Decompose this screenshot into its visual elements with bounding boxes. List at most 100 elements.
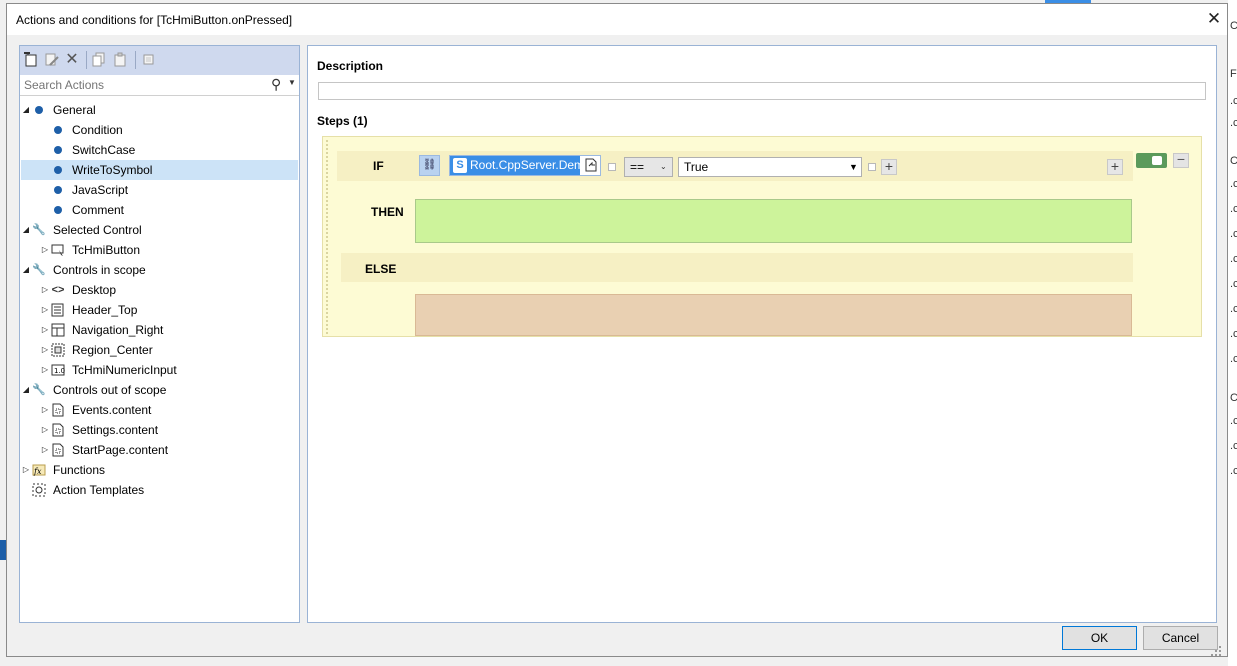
navigation-icon [51, 323, 65, 337]
collapse-icon[interactable]: ◢ [21, 220, 31, 240]
enabled-toggle[interactable] [1136, 153, 1167, 168]
tree-item-header-top[interactable]: ▷ Header_Top [20, 300, 299, 320]
else-drop-zone[interactable] [415, 294, 1132, 336]
delete-icon[interactable]: ✕ [64, 52, 80, 68]
tree-item-action-templates[interactable]: Action Templates [20, 480, 299, 500]
if-row: IF ⛓ S Root.CppServer.Demo == ⌄ True ▼ +… [337, 151, 1133, 181]
expand-icon[interactable]: ▷ [40, 420, 50, 440]
new-action-icon[interactable] [24, 51, 40, 68]
else-row: ELSE [341, 253, 1133, 282]
content-file-icon [51, 403, 65, 417]
remove-step-button[interactable]: − [1173, 152, 1189, 168]
actions-conditions-dialog: Actions and conditions for [TcHmiButton.… [6, 3, 1228, 657]
background-app-strip: CF .c .c C .c .c .c .c .c .c .c .c C .c .c .c [1228, 0, 1237, 666]
chevron-down-icon: ⌄ [660, 162, 667, 171]
button-control-icon [51, 243, 65, 257]
numeric-input-icon: 1.0 [51, 363, 65, 377]
tree-item-settings-content[interactable]: ▷ Settings.content [20, 420, 299, 440]
action-icon [51, 163, 65, 177]
actions-toolbar: ✕ [20, 46, 299, 75]
then-drop-zone[interactable] [415, 199, 1132, 243]
tree-item-condition[interactable]: Condition [20, 120, 299, 140]
expand-icon[interactable]: ▷ [40, 440, 50, 460]
tree-group-general[interactable]: ◢ General [20, 100, 299, 120]
copy-icon[interactable] [92, 52, 108, 68]
tree-item-javascript[interactable]: JavaScript [20, 180, 299, 200]
region-icon [51, 343, 65, 357]
add-condition-button[interactable]: + [881, 159, 897, 175]
editor-panel: Description Steps (1) IF ⛓ S Root.CppSer… [307, 45, 1217, 623]
else-label: ELSE [365, 262, 397, 276]
tree-item-tchminumericinput[interactable]: ▷ 1.0 TcHmiNumericInput [20, 360, 299, 380]
wrench-icon: 🔧 [32, 384, 46, 396]
expand-icon[interactable]: ▷ [40, 280, 50, 300]
wrench-icon: 🔧 [32, 224, 46, 236]
option-checkbox[interactable] [868, 163, 876, 171]
description-label: Description [317, 59, 384, 73]
code-icon: <> [51, 284, 65, 296]
tree-group-selected-control[interactable]: ◢ 🔧 Selected Control [20, 220, 299, 240]
then-label: THEN [371, 205, 404, 219]
tree-item-tchmibutton[interactable]: ▷ TcHmiButton [20, 240, 299, 260]
svg-text:fx: fx [33, 467, 42, 476]
search-input[interactable] [24, 77, 264, 93]
tree-item-comment[interactable]: Comment [20, 200, 299, 220]
symbol-value: Root.CppServer.Demo [470, 158, 591, 172]
paste-icon[interactable] [113, 52, 129, 68]
cube-icon [32, 103, 46, 117]
expand-icon[interactable]: ▷ [21, 460, 31, 480]
tree-item-events-content[interactable]: ▷ Events.content [20, 400, 299, 420]
add-clause-button[interactable]: + [1107, 159, 1123, 175]
tree-item-region-center[interactable]: ▷ Region_Center [20, 340, 299, 360]
search-icon[interactable]: ⚲ [271, 76, 281, 93]
ok-button[interactable]: OK [1062, 626, 1137, 650]
symbol-browse-icon[interactable] [584, 157, 598, 175]
chevron-down-icon: ▼ [849, 162, 858, 172]
tree-group-functions[interactable]: ▷ fx Functions [20, 460, 299, 480]
collapse-icon[interactable]: ◢ [21, 380, 31, 400]
tree-item-startpage-content[interactable]: ▷ StartPage.content [20, 440, 299, 460]
tree-group-controls-out-of-scope[interactable]: ◢ 🔧 Controls out of scope [20, 380, 299, 400]
tree-group-controls-in-scope[interactable]: ◢ 🔧 Controls in scope [20, 260, 299, 280]
operator-select[interactable]: == ⌄ [624, 157, 673, 177]
expand-icon[interactable]: ▷ [40, 360, 50, 380]
expand-icon[interactable]: ▷ [40, 320, 50, 340]
function-icon: fx [32, 463, 46, 477]
dialog-title: Actions and conditions for [TcHmiButton.… [16, 13, 293, 27]
collapse-icon[interactable]: ◢ [21, 260, 31, 280]
title-bar: Actions and conditions for [TcHmiButton.… [7, 4, 1227, 35]
option-checkbox[interactable] [608, 163, 616, 171]
step-card: IF ⛓ S Root.CppServer.Demo == ⌄ True ▼ +… [322, 136, 1202, 337]
description-input[interactable] [318, 82, 1206, 100]
tree-item-writetosymbol[interactable]: WriteToSymbol [21, 160, 298, 180]
chevron-down-icon[interactable]: ▼ [288, 78, 296, 87]
compare-value-select[interactable]: True ▼ [678, 157, 862, 177]
search-box: ⚲ ▼ [20, 75, 299, 96]
action-icon [51, 143, 65, 157]
tree-item-navigation-right[interactable]: ▷ Navigation_Right [20, 320, 299, 340]
drag-handle[interactable] [325, 139, 329, 334]
tree-item-desktop[interactable]: ▷ <> Desktop [20, 280, 299, 300]
if-label: IF [373, 159, 384, 173]
resize-grip[interactable] [1207, 644, 1223, 658]
template-icon[interactable] [141, 52, 157, 68]
content-file-icon [51, 423, 65, 437]
template-icon [32, 483, 46, 497]
expand-icon[interactable]: ▷ [40, 400, 50, 420]
edit-icon[interactable] [44, 52, 60, 68]
collapse-icon[interactable]: ◢ [21, 100, 31, 120]
container-icon [51, 303, 65, 317]
symbol-selection: S Root.CppServer.Demo [450, 156, 591, 175]
symbol-input[interactable]: S Root.CppServer.Demo [449, 155, 601, 176]
expand-icon[interactable]: ▷ [40, 300, 50, 320]
steps-label: Steps (1) [317, 114, 368, 128]
tree-item-switchcase[interactable]: SwitchCase [20, 140, 299, 160]
compare-value: True [684, 160, 709, 174]
wrench-icon: 🔧 [32, 264, 46, 276]
close-icon[interactable]: ✕ [1203, 8, 1225, 30]
link-icon[interactable]: ⛓ [419, 155, 440, 176]
svg-text:1.0: 1.0 [54, 367, 65, 375]
expand-icon[interactable]: ▷ [40, 340, 50, 360]
expand-icon[interactable]: ▷ [40, 240, 50, 260]
action-icon [51, 123, 65, 137]
